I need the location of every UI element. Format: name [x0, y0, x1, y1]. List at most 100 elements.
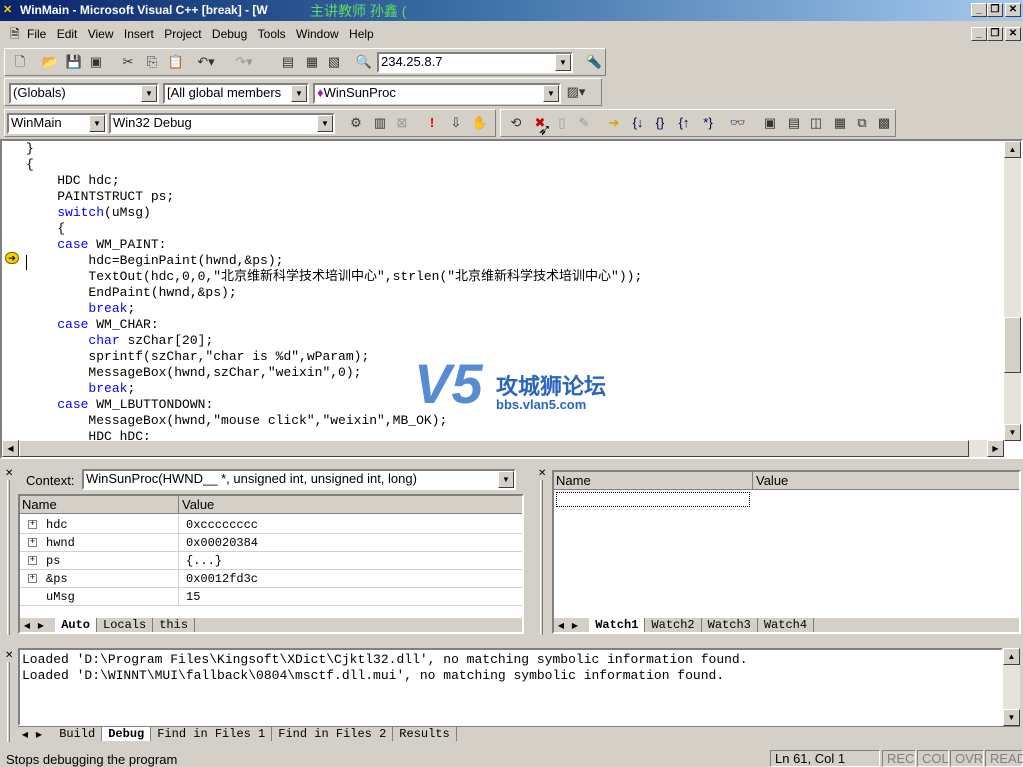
context-combo[interactable]: WinSunProc(HWND__ *, unsigned int, unsig… [82, 469, 516, 490]
tab-watch1[interactable]: Watch1 [589, 618, 646, 632]
code-line[interactable]: EndPaint(hwnd,&ps); [26, 285, 642, 301]
memory-window-icon[interactable]: ▦ [829, 112, 851, 134]
output-window-icon[interactable]: ▦ [301, 51, 323, 73]
tab-locals[interactable]: Locals [97, 618, 154, 632]
build-icon[interactable]: ▥ [369, 112, 391, 134]
code-line[interactable]: { [26, 221, 642, 237]
panel-close-icon[interactable]: ✕ [5, 468, 13, 479]
tab-results[interactable]: Results [393, 727, 457, 741]
watch-edit-cell[interactable] [556, 492, 750, 507]
save-all-icon[interactable]: ▣ [85, 51, 107, 73]
doc-minimize-button[interactable]: _ [971, 27, 987, 41]
tab-watch2[interactable]: Watch2 [645, 618, 702, 632]
scroll-up-button[interactable]: ▲ [1004, 141, 1021, 158]
tab-find-in-files-1[interactable]: Find in Files 1 [151, 727, 273, 741]
function-combo[interactable]: ♦WinSunProc ▼ [313, 83, 561, 104]
variables-window-icon[interactable]: ▤ [783, 112, 805, 134]
tab-find-in-files-2[interactable]: Find in Files 2 [272, 727, 394, 741]
context-combo-arrow[interactable]: ▼ [498, 471, 514, 488]
restart-icon[interactable]: ⟲ [505, 112, 527, 134]
find-icon[interactable]: 🔦 [583, 51, 605, 73]
cut-icon[interactable]: ✂ [117, 51, 139, 73]
break-execution-icon[interactable]: ▯ [551, 112, 573, 134]
hscroll-thumb[interactable] [19, 440, 969, 457]
table-row[interactable]: + ps {...} [20, 552, 522, 570]
output-grip[interactable] [7, 662, 10, 742]
execute-icon[interactable]: ! [421, 112, 443, 134]
workspace-icon[interactable]: ▤ [277, 51, 299, 73]
table-row[interactable]: + hwnd 0x00020384 [20, 534, 522, 552]
find-combo[interactable]: 234.25.8.7 ▼ [377, 52, 573, 73]
table-row[interactable]: + &ps 0x0012fd3c [20, 570, 522, 588]
expand-plus-icon[interactable]: + [28, 556, 37, 565]
copy-icon[interactable]: ⎘ [141, 51, 163, 73]
project-combo[interactable]: WinMain ▼ [7, 113, 107, 134]
menu-window[interactable]: Window [296, 23, 339, 45]
expand-plus-icon[interactable]: + [28, 538, 37, 547]
members-combo-arrow[interactable]: ▼ [291, 85, 307, 102]
output-close-icon[interactable]: ✕ [5, 650, 13, 661]
code-line[interactable]: { [26, 157, 642, 173]
watch-tab-nav-right-icon[interactable]: ▶ [568, 621, 582, 631]
watch-col-value[interactable]: Value [756, 473, 788, 488]
code-line[interactable]: case WM_CHAR: [26, 317, 642, 333]
tab-nav-right-icon[interactable]: ▶ [34, 621, 48, 631]
watch-grip[interactable] [540, 480, 543, 635]
document-icon[interactable]: 🗎 [10, 23, 20, 45]
scroll-right-button[interactable]: ▶ [987, 440, 1004, 457]
tab-auto[interactable]: Auto [55, 618, 98, 632]
close-button[interactable]: ✕ [1005, 3, 1021, 17]
variables-grid[interactable]: Name Value + hdc 0xcccccccc + hwnd 0x00020384… [18, 494, 524, 634]
open-folder-icon[interactable]: 📂 [39, 51, 61, 73]
output-scroll-up-button[interactable]: ▲ [1003, 648, 1020, 665]
code-line[interactable]: switch(uMsg) [26, 205, 642, 221]
code-line[interactable]: hdc=BeginPaint(hwnd,&ps); [26, 253, 642, 269]
menu-debug[interactable]: Debug [212, 23, 247, 45]
menu-help[interactable]: Help [349, 23, 374, 45]
watch-tab-nav-left-icon[interactable]: ◀ [554, 621, 568, 631]
code-line[interactable]: PAINTSTRUCT ps; [26, 189, 642, 205]
save-icon[interactable]: 💾 [63, 51, 85, 73]
tab-this[interactable]: this [153, 618, 196, 632]
panel-grip[interactable] [7, 480, 10, 635]
watch-col-name[interactable]: Name [556, 473, 591, 488]
paste-icon[interactable]: 📋 [165, 51, 187, 73]
minimize-button[interactable]: _ [971, 3, 987, 17]
tab-debug[interactable]: Debug [102, 727, 152, 741]
scroll-left-button[interactable]: ◀ [2, 440, 19, 457]
project-combo-arrow[interactable]: ▼ [89, 115, 105, 132]
find-combo-arrow[interactable]: ▼ [555, 54, 571, 71]
scroll-thumb[interactable] [1004, 317, 1021, 373]
find-in-files-icon[interactable]: 🔍 [353, 51, 375, 73]
scope-combo-arrow[interactable]: ▼ [141, 85, 157, 102]
tab-nav-left-icon[interactable]: ◀ [20, 621, 34, 631]
menu-edit[interactable]: Edit [57, 23, 78, 45]
undo-icon[interactable]: ↶▾ [195, 51, 217, 73]
expand-plus-icon[interactable]: + [28, 520, 37, 529]
config-combo[interactable]: Win32 Debug ▼ [109, 113, 335, 134]
step-out-icon[interactable]: {↑ [673, 112, 695, 134]
scope-combo[interactable]: (Globals) ▼ [9, 83, 159, 104]
run-to-cursor-icon[interactable]: *} [697, 112, 719, 134]
breakpoint-hand-icon[interactable]: ✋ [469, 112, 491, 134]
compile-icon[interactable]: ⚙ [345, 112, 367, 134]
watch-close-icon[interactable]: ✕ [538, 468, 546, 479]
members-combo[interactable]: [All global members ▼ [163, 83, 309, 104]
menu-insert[interactable]: Insert [124, 23, 154, 45]
expand-plus-icon[interactable]: + [28, 574, 37, 583]
doc-restore-button[interactable]: ❐ [987, 27, 1003, 41]
step-over-icon[interactable]: {} [649, 112, 671, 134]
variables-col-value[interactable]: Value [182, 497, 214, 512]
table-row[interactable]: + hdc 0xcccccccc [20, 516, 522, 534]
tab-build[interactable]: Build [53, 727, 103, 741]
go-icon[interactable]: ⇩ [445, 112, 467, 134]
disassembly-icon[interactable]: ▩ [873, 112, 895, 134]
new-file-icon[interactable]: 🗋 [9, 51, 31, 73]
watch-window-icon[interactable]: ▣ [759, 112, 781, 134]
editor-vertical-scrollbar[interactable]: ▲ ▼ [1004, 141, 1021, 441]
app-icon[interactable]: ✕ [3, 3, 12, 16]
watch-grid[interactable]: Name Value ◀ ▶ Watch1 Watch2 Watch3 Watch4 [552, 470, 1021, 634]
window-list-icon[interactable]: ▧ [323, 51, 345, 73]
tab-watch4[interactable]: Watch4 [758, 618, 815, 632]
code-line[interactable]: } [26, 141, 642, 157]
